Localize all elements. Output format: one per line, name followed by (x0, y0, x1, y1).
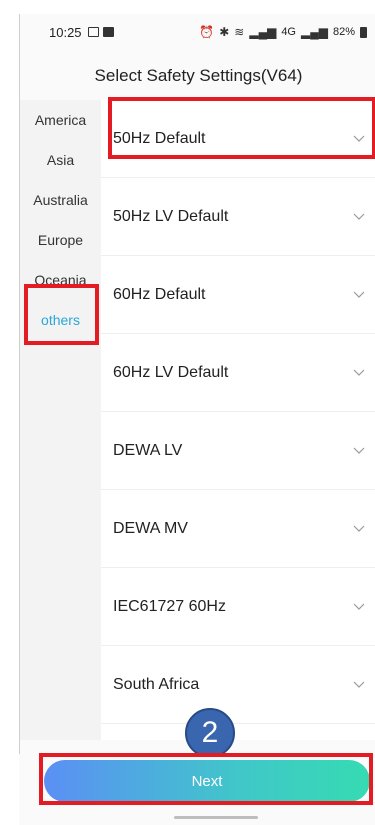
signal-icon: ▂▄▆ (249, 25, 277, 39)
battery-icon (360, 26, 367, 38)
safety-options-list: 50Hz Default 50Hz LV Default 60Hz Defaul… (101, 100, 375, 740)
step-number-badge: 2 (185, 708, 235, 758)
battery-percent: 82% (332, 26, 355, 38)
region-europe[interactable]: Europe (20, 220, 101, 260)
footer: Next (19, 754, 375, 825)
option-iec61727-60hz[interactable]: IEC61727 60Hz (101, 568, 375, 646)
option-label: DEWA MV (113, 519, 188, 537)
region-australia[interactable]: Australia (20, 180, 101, 220)
chevron-down-icon (351, 365, 367, 381)
signal-icon-2: ▂▄▆ (301, 25, 328, 39)
option-60hz-default[interactable]: 60Hz Default (101, 256, 375, 334)
region-oceania[interactable]: Oceania (20, 260, 101, 300)
region-america[interactable]: America (20, 100, 101, 140)
option-dewa-lv[interactable]: DEWA LV (101, 412, 375, 490)
next-button[interactable]: Next (44, 760, 370, 802)
option-label: South Africa (113, 675, 200, 693)
chevron-down-icon (351, 287, 367, 303)
option-label: 50Hz LV Default (113, 207, 229, 225)
option-south-africa[interactable]: South Africa (101, 646, 375, 724)
wifi-icon: ≋ (234, 25, 245, 39)
option-dewa-mv[interactable]: DEWA MV (101, 490, 375, 568)
gallery-notification-icon (87, 27, 99, 37)
chevron-down-icon (351, 131, 367, 147)
option-label: 50Hz Default (113, 129, 206, 147)
phone-screen: 10:25 ⏰ ✱ ≋ ▂▄▆ 4G ▂▄▆ 82% Select Safety… (19, 14, 375, 825)
option-label: 60Hz Default (113, 285, 206, 303)
region-sidebar: America Asia Australia Europe Oceania ot… (20, 100, 101, 740)
bluetooth-icon: ✱ (219, 25, 230, 39)
chevron-down-icon (351, 443, 367, 459)
option-label: DEWA LV (113, 441, 183, 459)
chevron-down-icon (351, 599, 367, 615)
option-50hz-lv-default[interactable]: 50Hz LV Default (101, 178, 375, 256)
status-bar: 10:25 ⏰ ✱ ≋ ▂▄▆ 4G ▂▄▆ 82% (20, 14, 375, 50)
chevron-down-icon (351, 209, 367, 225)
option-label: 60Hz LV Default (113, 363, 229, 381)
option-50hz-default[interactable]: 50Hz Default (101, 100, 375, 178)
status-time: 10:25 (49, 24, 82, 40)
option-label: IEC61727 60Hz (113, 597, 226, 615)
alarm-icon: ⏰ (199, 25, 215, 39)
chevron-down-icon (351, 521, 367, 537)
region-others[interactable]: others (20, 300, 101, 340)
home-indicator (174, 816, 258, 819)
message-notification-icon (102, 27, 114, 37)
option-60hz-lv-default[interactable]: 60Hz LV Default (101, 334, 375, 412)
region-asia[interactable]: Asia (20, 140, 101, 180)
page-title: Select Safety Settings(V64) (94, 66, 303, 85)
status-indicators: ⏰ ✱ ≋ ▂▄▆ 4G ▂▄▆ 82% (199, 25, 367, 39)
network-type: 4G (281, 26, 296, 38)
chevron-down-icon (351, 677, 367, 693)
